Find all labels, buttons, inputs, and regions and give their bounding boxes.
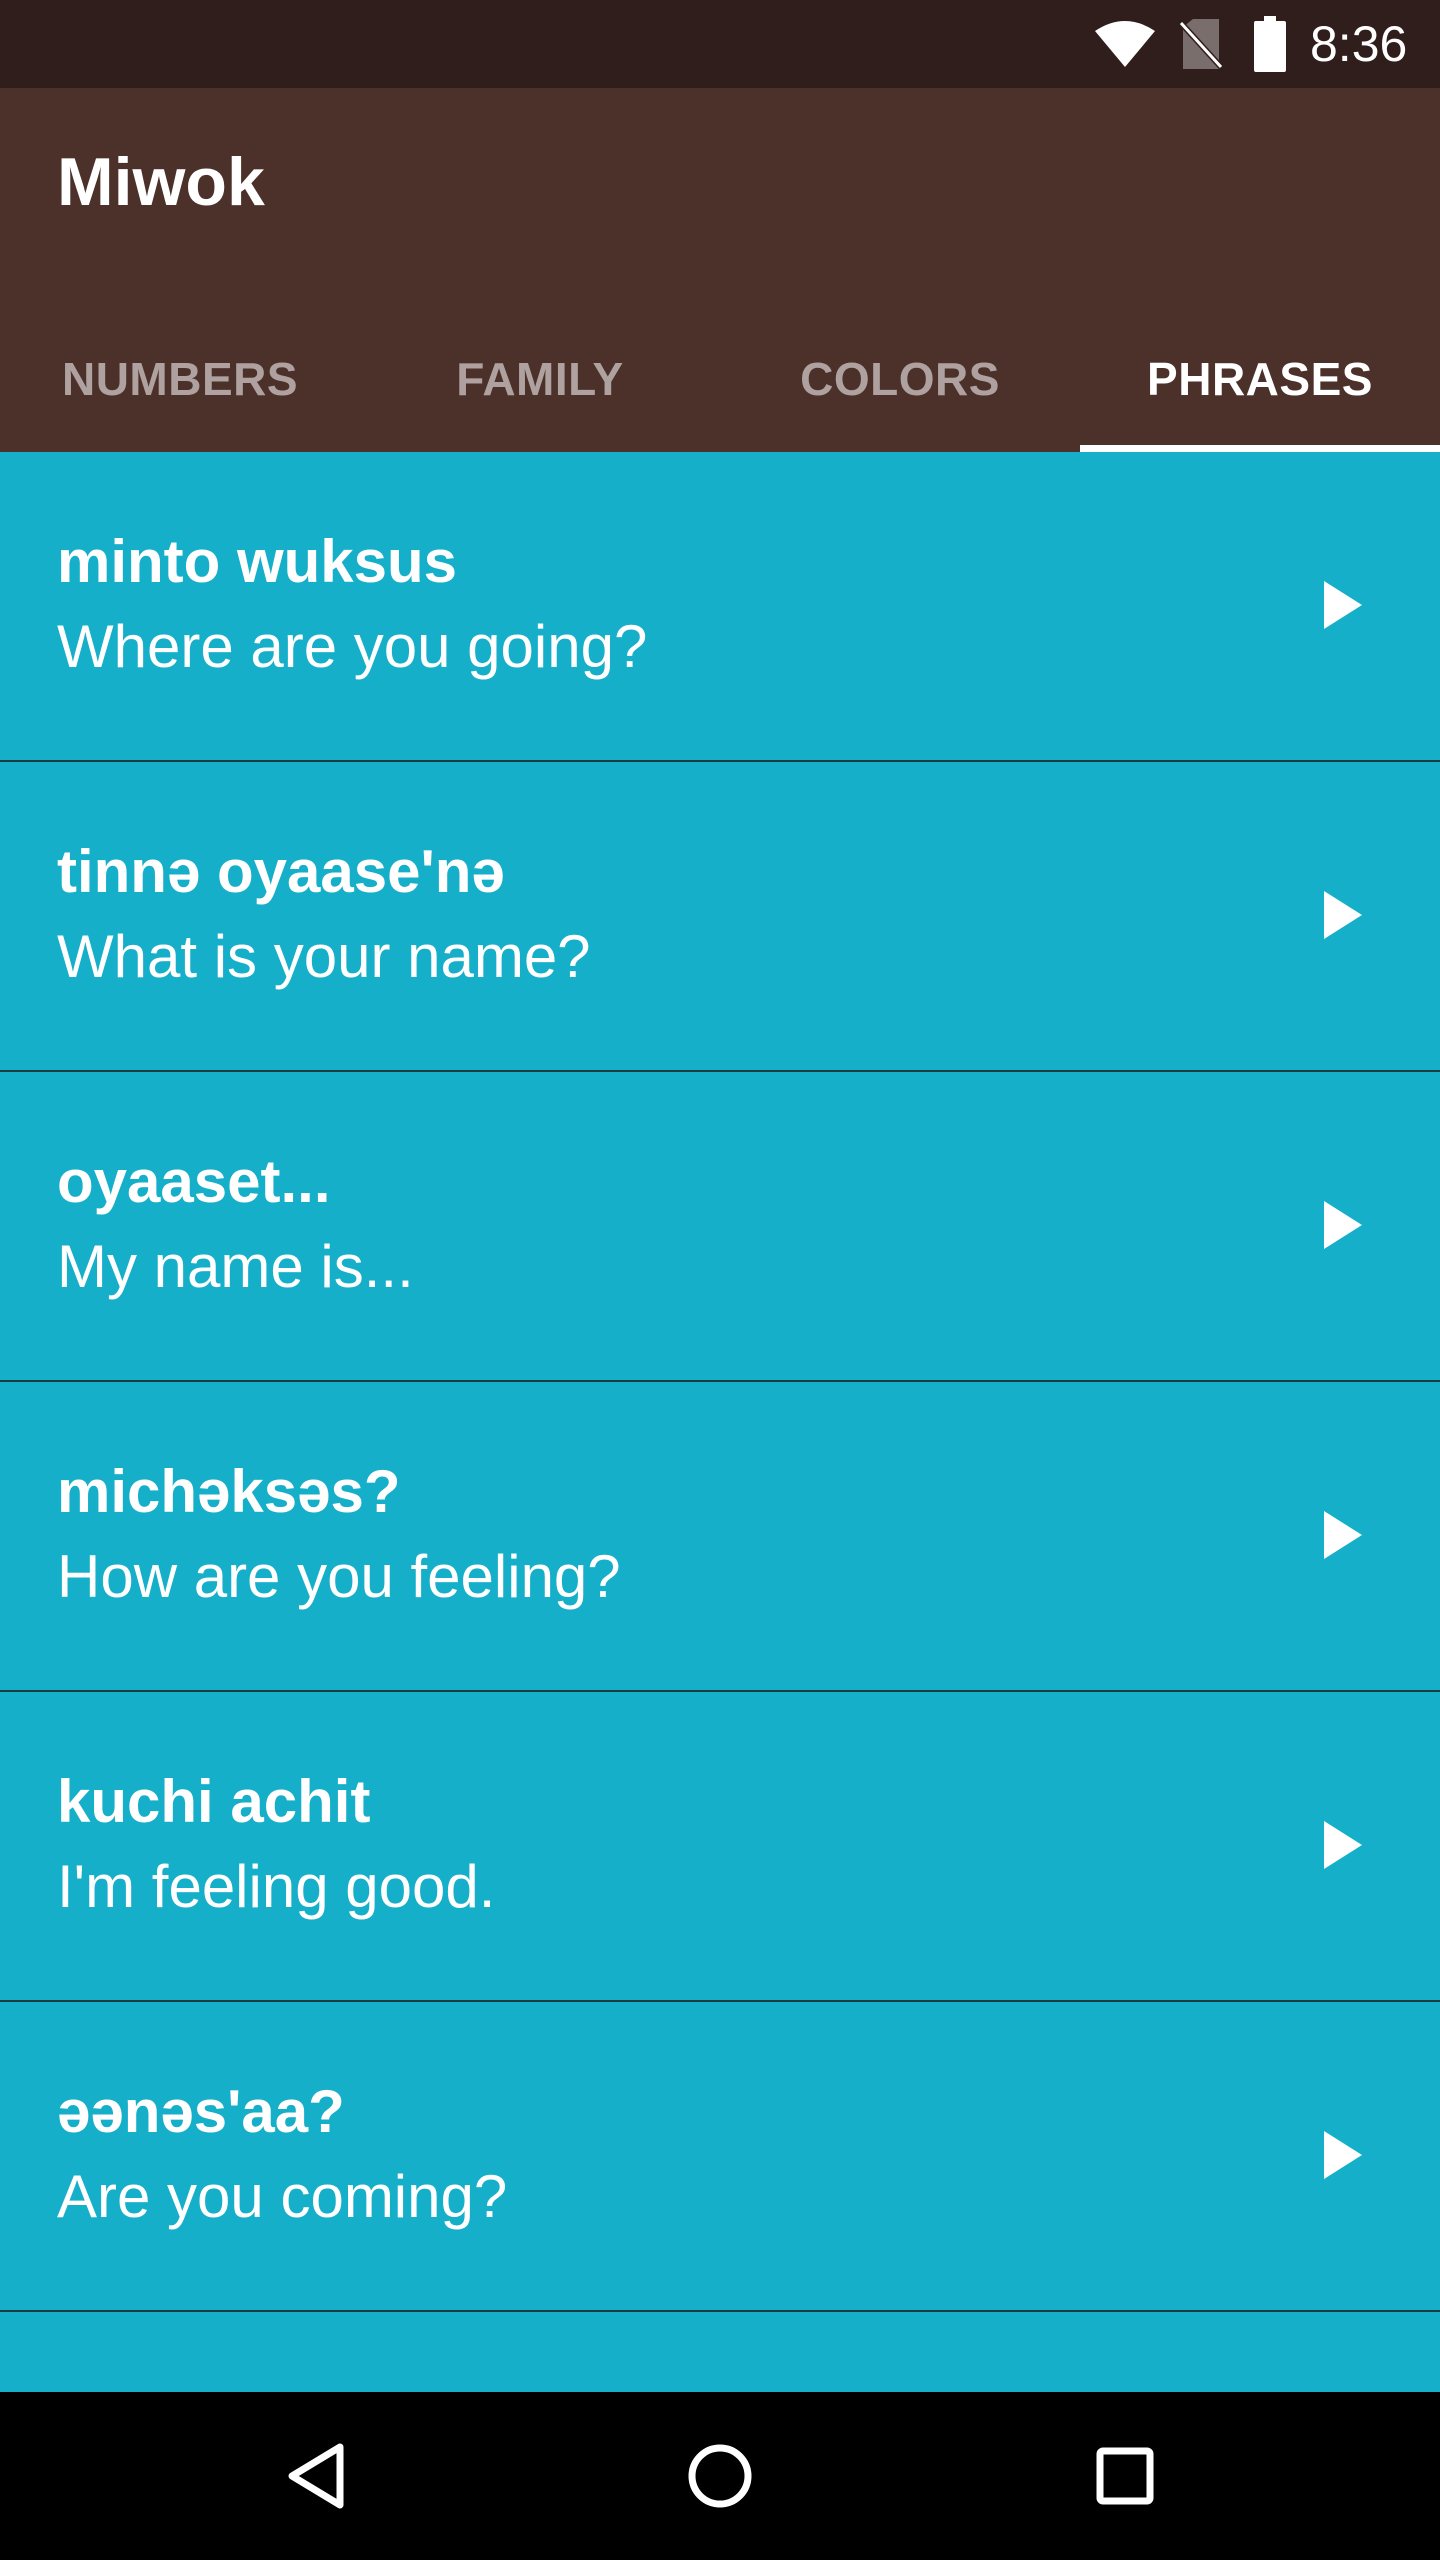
english-translation: My name is... bbox=[57, 1233, 414, 1300]
home-button[interactable] bbox=[650, 2392, 790, 2560]
miwok-translation: tinnә oyaase'nә bbox=[57, 838, 505, 905]
tab-indicator bbox=[1080, 445, 1440, 452]
tab-phrases[interactable]: PHRASES bbox=[1080, 326, 1440, 452]
phrase-list[interactable]: minto wuksus Where are you going? tinnә … bbox=[0, 452, 1440, 2392]
tab-label: PHRASES bbox=[1147, 353, 1373, 405]
home-icon bbox=[688, 2444, 752, 2508]
miwok-translation: kuchi achit bbox=[57, 1768, 371, 1835]
miwok-translation: minto wuksus bbox=[57, 528, 458, 595]
tab-family[interactable]: FAMILY bbox=[360, 326, 720, 452]
list-item[interactable]: kuchi achit I'm feeling good. bbox=[0, 1692, 1440, 2002]
back-icon bbox=[288, 2443, 344, 2509]
tab-colors[interactable]: COLORS bbox=[720, 326, 1080, 452]
miwok-translation: michәksәs? bbox=[57, 1458, 401, 1525]
miwok-translation: әәnәs'aa? bbox=[57, 2078, 345, 2145]
navigation-bar bbox=[0, 2392, 1440, 2560]
phone-screen: 8:36 Miwok NUMBERS FAMILY COLORS PHRASES… bbox=[0, 0, 1440, 2560]
status-clock: 8:36 bbox=[1310, 16, 1408, 72]
no-sim-icon bbox=[1176, 0, 1226, 88]
english-translation: How are you feeling? bbox=[57, 1543, 621, 1610]
battery-icon bbox=[1250, 0, 1290, 88]
list-item[interactable]: oyaaset... My name is... bbox=[0, 1072, 1440, 1382]
play-icon[interactable] bbox=[1318, 577, 1368, 633]
list-item[interactable]: michәksәs? How are you feeling? bbox=[0, 1382, 1440, 1692]
play-icon[interactable] bbox=[1318, 1507, 1368, 1563]
list-item[interactable]: әәnәs'aa? Are you coming? bbox=[0, 2002, 1440, 2312]
tab-label: COLORS bbox=[800, 353, 1000, 405]
miwok-translation: oyaaset... bbox=[57, 1148, 331, 1215]
list-item[interactable]: tinnә oyaase'nә What is your name? bbox=[0, 762, 1440, 1072]
wifi-icon bbox=[1092, 0, 1158, 88]
status-bar: 8:36 bbox=[0, 0, 1440, 88]
english-translation: Where are you going? bbox=[57, 613, 648, 680]
play-icon[interactable] bbox=[1318, 1197, 1368, 1253]
recents-button[interactable] bbox=[1055, 2392, 1195, 2560]
play-icon[interactable] bbox=[1318, 2127, 1368, 2183]
english-translation: Are you coming? bbox=[57, 2163, 508, 2230]
play-icon[interactable] bbox=[1318, 887, 1368, 943]
tab-numbers[interactable]: NUMBERS bbox=[0, 326, 360, 452]
tab-label: FAMILY bbox=[456, 353, 624, 405]
tab-label: NUMBERS bbox=[61, 353, 299, 405]
english-translation: I'm feeling good. bbox=[57, 1853, 496, 1920]
back-button[interactable] bbox=[246, 2392, 386, 2560]
app-bar: Miwok NUMBERS FAMILY COLORS PHRASES bbox=[0, 88, 1440, 452]
list-item-partial[interactable] bbox=[0, 2312, 1440, 2392]
tab-bar: NUMBERS FAMILY COLORS PHRASES bbox=[0, 326, 1440, 452]
play-icon[interactable] bbox=[1318, 1817, 1368, 1873]
list-item[interactable]: minto wuksus Where are you going? bbox=[0, 452, 1440, 762]
english-translation: What is your name? bbox=[57, 923, 591, 990]
recents-icon bbox=[1096, 2447, 1154, 2505]
app-title: Miwok bbox=[57, 144, 265, 220]
